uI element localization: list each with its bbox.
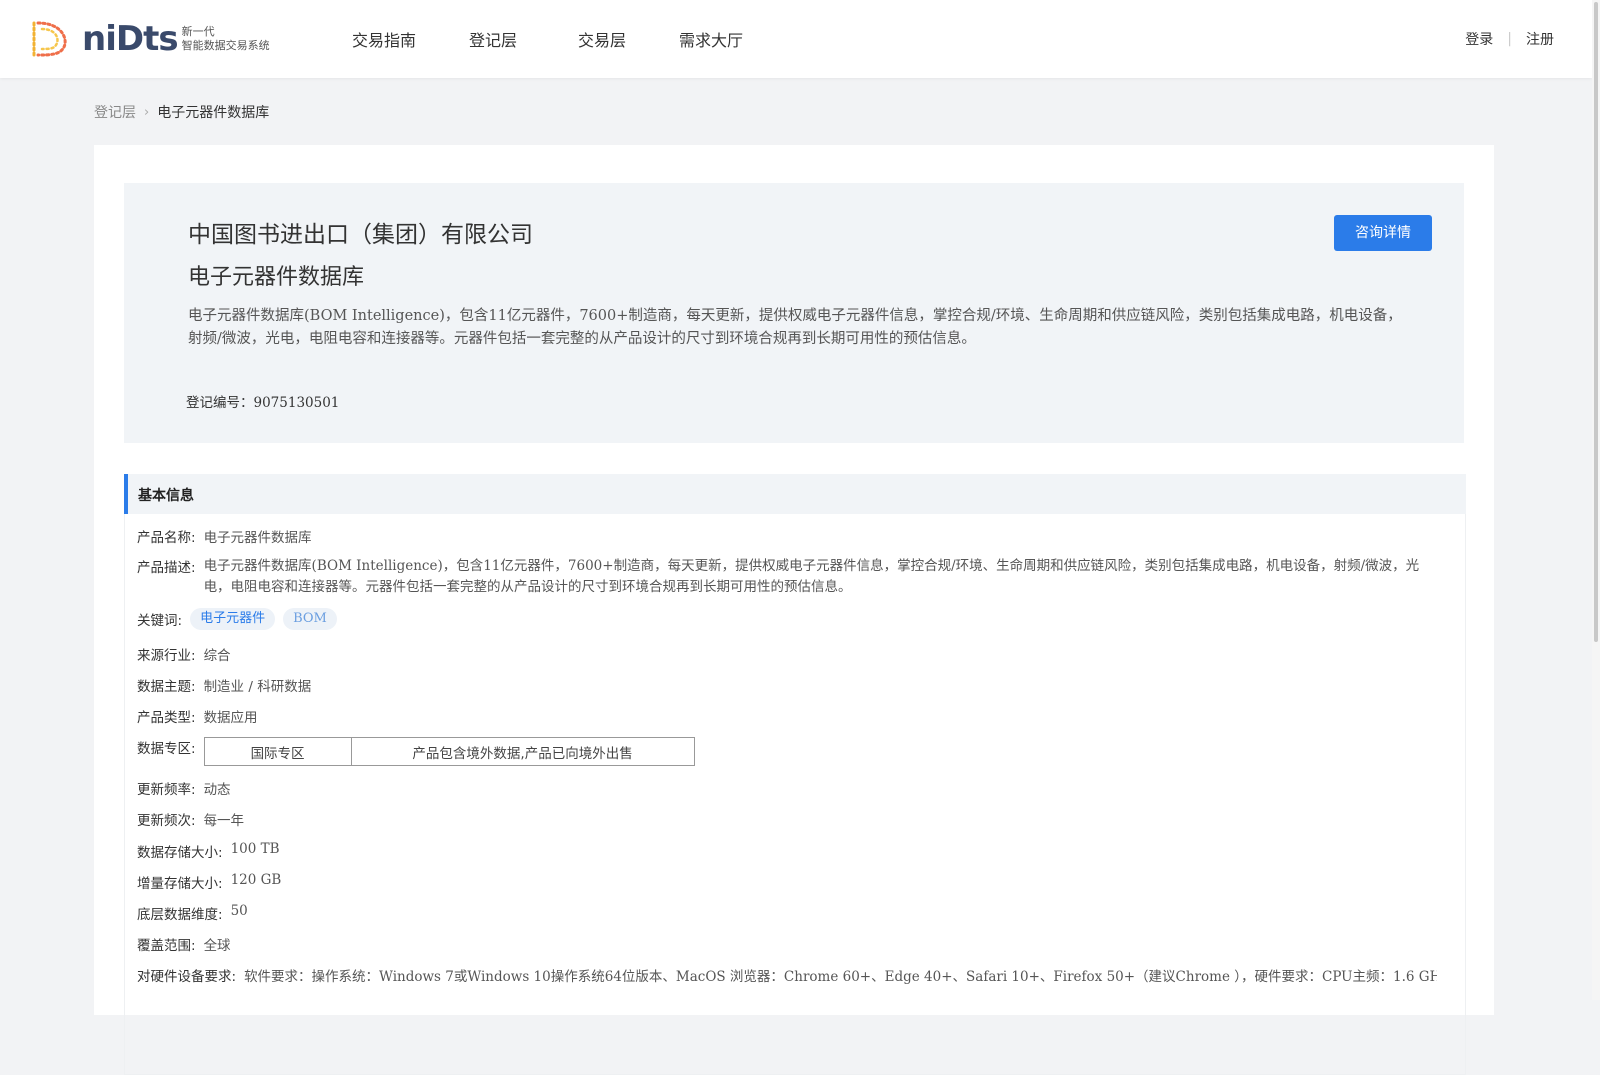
info-row-update-times: 更新频次: 每一年 xyxy=(137,809,244,829)
scrollbar-thumb[interactable] xyxy=(1594,2,1598,642)
logo-subtitle-line-1: 新一代 xyxy=(181,25,215,38)
auth-divider: | xyxy=(1507,31,1512,47)
info-label: 对硬件设备要求: xyxy=(137,969,237,985)
registration-number-value: 9075130501 xyxy=(253,395,340,411)
page-scrollbar[interactable] xyxy=(1592,0,1600,1000)
keyword-tag[interactable]: BOM xyxy=(283,608,337,630)
register-link[interactable]: 注册 xyxy=(1526,29,1554,49)
info-label: 覆盖范围: xyxy=(137,938,196,954)
info-value: 120 GB xyxy=(230,872,282,888)
logo-mark-icon xyxy=(32,21,67,57)
data-zone-description: 产品包含境外数据,产品已向境外出售 xyxy=(350,737,695,766)
keyword-tag[interactable]: 电子元器件 xyxy=(190,608,276,630)
info-row-industry: 来源行业: 综合 xyxy=(137,644,231,664)
section-title: 基本信息 xyxy=(138,488,194,504)
breadcrumb-registry-layer[interactable]: 登记层 xyxy=(94,102,136,122)
logo-text: niDts xyxy=(82,19,179,59)
top-navigation-bar: niDts 新一代 智能数据交易系统 交易指南 登记层 交易层 需求大厅 登录 … xyxy=(0,0,1592,78)
info-label: 更新频率: xyxy=(137,782,196,798)
info-label: 关键词: xyxy=(137,613,183,629)
logo-subtitle-line-2: 智能数据交易系统 xyxy=(181,39,270,52)
site-logo[interactable]: niDts 新一代 智能数据交易系统 xyxy=(28,18,270,60)
info-value: 制造业 / 科研数据 xyxy=(203,679,312,695)
info-row-data-dimension: 底层数据维度: 50 xyxy=(137,903,248,923)
nav-item-trade-guide[interactable]: 交易指南 xyxy=(352,27,416,51)
info-value: 综合 xyxy=(203,648,231,664)
product-detail-card: 中国图书进出口（集团）有限公司 电子元器件数据库 咨询详情 电子元器件数据库(B… xyxy=(94,145,1494,1075)
info-row-product-name: 产品名称: 电子元器件数据库 xyxy=(137,526,312,546)
product-hero: 中国图书进出口（集团）有限公司 电子元器件数据库 咨询详情 电子元器件数据库(B… xyxy=(124,183,1464,443)
info-value: 全球 xyxy=(203,938,231,954)
keyword-tags: 电子元器件 BOM xyxy=(190,608,345,630)
info-label: 增量存储大小: xyxy=(137,876,223,892)
info-value: 数据应用 xyxy=(203,710,258,726)
info-label: 数据存储大小: xyxy=(137,845,223,861)
info-label: 更新频次: xyxy=(137,813,196,829)
product-title: 电子元器件数据库 xyxy=(188,265,365,290)
data-zone-table: 国际专区 产品包含境外数据,产品已向境外出售 xyxy=(203,737,695,766)
data-zone-name: 国际专区 xyxy=(203,737,352,766)
info-label: 来源行业: xyxy=(137,648,196,664)
company-name: 中国图书进出口（集团）有限公司 xyxy=(188,222,533,248)
info-row-coverage: 覆盖范围: 全球 xyxy=(137,934,231,954)
info-value: 软件要求：操作系统：Windows 7或Windows 10操作系统64位版本、… xyxy=(244,969,1437,985)
info-row-hardware-requirements: 对硬件设备要求: 软件要求：操作系统：Windows 7或Windows 10操… xyxy=(137,965,1437,985)
breadcrumb-current: 电子元器件数据库 xyxy=(157,105,270,121)
basic-info-section: 基本信息 产品名称: 电子元器件数据库 产品描述: 电子元器件数据库(BOM I… xyxy=(124,474,1466,1075)
logo-subtitle: 新一代 智能数据交易系统 xyxy=(182,25,270,53)
auth-links: 登录 | 注册 xyxy=(1465,0,1554,78)
info-label: 产品描述: xyxy=(137,560,196,576)
info-row-increment-size: 增量存储大小: 120 GB xyxy=(137,872,281,892)
info-row-product-desc: 产品描述: 电子元器件数据库(BOM Intelligence)，包含11亿元器… xyxy=(137,556,1422,598)
nav-item-trading-layer[interactable]: 交易层 xyxy=(578,27,626,51)
info-value: 每一年 xyxy=(203,813,245,829)
info-label: 数据主题: xyxy=(137,679,196,695)
consult-details-button[interactable]: 咨询详情 xyxy=(1334,215,1432,251)
info-value: 电子元器件数据库 xyxy=(203,530,312,546)
breadcrumb: 登记层 › 电子元器件数据库 xyxy=(94,102,269,122)
info-row-storage-size: 数据存储大小: 100 TB xyxy=(137,841,280,861)
info-value: 电子元器件数据库(BOM Intelligence)，包含11亿元器件，7600… xyxy=(203,558,1420,595)
info-row-product-type: 产品类型: 数据应用 xyxy=(137,706,258,726)
info-value: 50 xyxy=(230,903,248,919)
info-row-data-zone: 数据专区: 国际专区 产品包含境外数据,产品已向境外出售 xyxy=(137,737,695,766)
info-row-keywords: 关键词: 电子元器件 BOM xyxy=(137,608,345,630)
nav-item-demand-hall[interactable]: 需求大厅 xyxy=(679,27,743,51)
login-link[interactable]: 登录 xyxy=(1465,29,1493,49)
registration-number-label: 登记编号： xyxy=(186,395,254,411)
info-label: 产品类型: xyxy=(137,710,196,726)
basic-info-header: 基本信息 xyxy=(124,474,1466,514)
registration-number: 登记编号：9075130501 xyxy=(186,391,339,411)
chevron-right-icon: › xyxy=(144,104,150,120)
info-value: 100 TB xyxy=(230,841,280,857)
product-summary: 电子元器件数据库(BOM Intelligence)，包含11亿元器件，7600… xyxy=(188,308,1402,347)
info-value: 动态 xyxy=(203,782,231,798)
info-label: 产品名称: xyxy=(137,530,196,546)
info-row-update-frequency: 更新频率: 动态 xyxy=(137,778,231,798)
info-row-topic: 数据主题: 制造业 / 科研数据 xyxy=(137,675,311,695)
main-nav: 交易指南 登记层 交易层 需求大厅 xyxy=(340,0,743,78)
info-label: 数据专区: xyxy=(137,741,196,757)
info-label: 底层数据维度: xyxy=(137,907,223,923)
nav-item-registry-layer[interactable]: 登记层 xyxy=(469,27,517,51)
